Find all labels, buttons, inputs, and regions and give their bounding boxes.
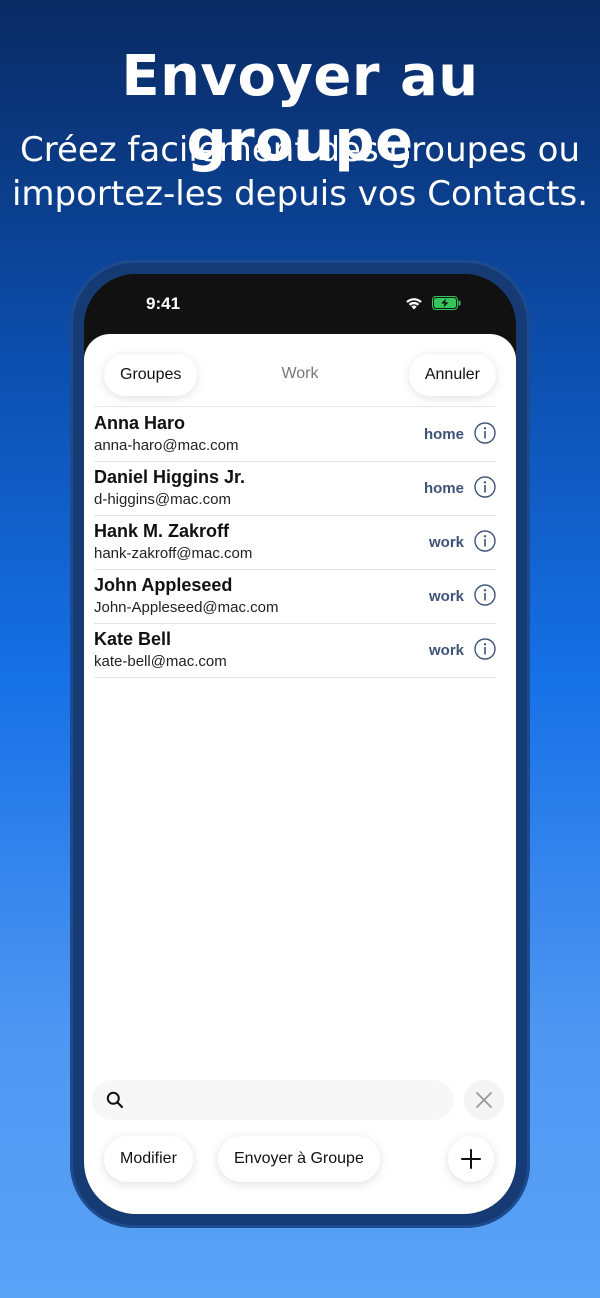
contact-row[interactable]: Anna Haro anna-haro@mac.com home	[94, 407, 496, 462]
contact-email-label: work	[428, 642, 464, 659]
promo-subtitle: Créez facilement des groupes ou importez…	[0, 128, 600, 216]
contact-row[interactable]: Hank M. Zakroff hank-zakroff@mac.com wor…	[94, 515, 496, 570]
info-icon[interactable]	[474, 422, 496, 444]
search-input[interactable]	[92, 1080, 454, 1120]
contact-email-label: home	[423, 426, 464, 443]
info-icon[interactable]	[474, 584, 496, 606]
status-bar: 9:41	[84, 274, 516, 334]
contact-row[interactable]: Kate Bell kate-bell@mac.com work	[94, 623, 496, 678]
contact-email: hank-zakroff@mac.com	[94, 545, 253, 562]
promo-subtitle-line-2: importez-les depuis vos Contacts.	[11, 174, 589, 214]
battery-charging-icon	[432, 296, 461, 310]
app-screen: Groupes Work Annuler Anna Haro anna-haro…	[84, 334, 516, 1214]
contact-email-label: work	[428, 534, 464, 551]
close-icon	[476, 1092, 492, 1108]
status-time: 9:41	[146, 294, 181, 313]
contact-email: d-higgins@mac.com	[94, 491, 231, 508]
search-icon	[106, 1091, 124, 1109]
info-icon[interactable]	[474, 476, 496, 498]
cancel-button[interactable]: Annuler	[408, 354, 496, 396]
contact-name: Kate Bell	[94, 629, 172, 649]
contact-email: John-Appleseed@mac.com	[94, 599, 279, 616]
contact-name: Hank M. Zakroff	[94, 521, 230, 541]
phone-device: 9:41 Groupes Work Annuler Anna Haro anna…	[84, 274, 516, 1214]
info-icon[interactable]	[474, 638, 496, 660]
promo-subtitle-line-1: Créez facilement des groupes ou	[19, 130, 581, 170]
add-button[interactable]	[448, 1136, 494, 1182]
contact-name: Daniel Higgins Jr.	[94, 467, 246, 487]
contact-name: John Appleseed	[94, 575, 233, 595]
contact-email: kate-bell@mac.com	[94, 653, 227, 670]
contact-email-label: work	[428, 588, 464, 605]
contact-row[interactable]: Daniel Higgins Jr. d-higgins@mac.com hom…	[94, 461, 496, 516]
send-to-group-button[interactable]: Envoyer à Groupe	[218, 1136, 380, 1182]
wifi-icon	[406, 298, 422, 310]
clear-search-button[interactable]	[464, 1080, 504, 1120]
contact-email-label: home	[423, 480, 464, 497]
info-icon[interactable]	[474, 530, 496, 552]
plus-icon	[461, 1149, 481, 1169]
edit-button[interactable]: Modifier	[104, 1136, 193, 1182]
contact-row[interactable]: John Appleseed John-Appleseed@mac.com wo…	[94, 569, 496, 624]
contact-name: Anna Haro	[94, 413, 186, 433]
contact-email: anna-haro@mac.com	[94, 437, 239, 454]
